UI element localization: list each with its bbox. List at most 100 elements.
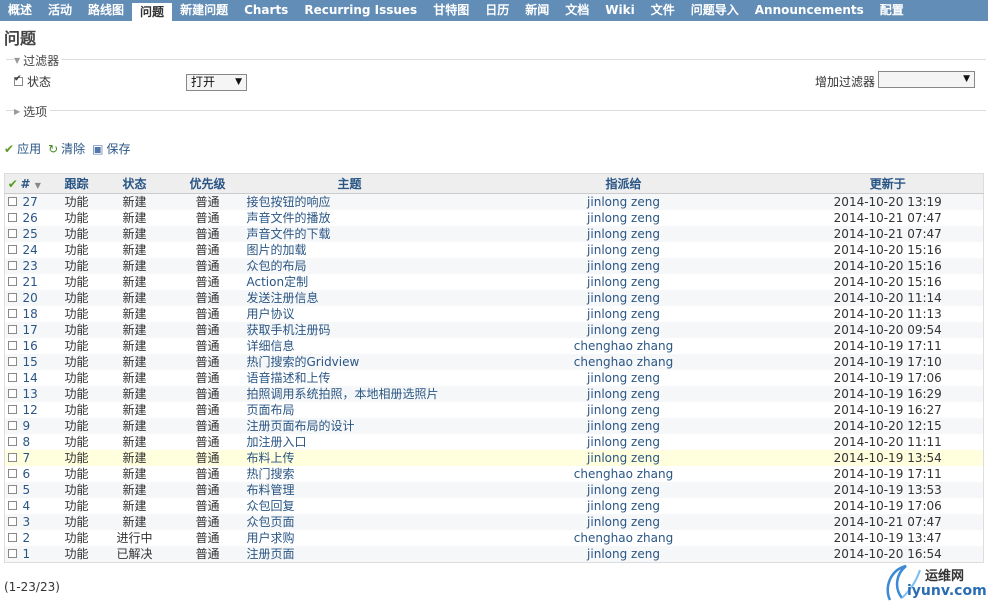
issue-id-link[interactable]: 3 (20, 514, 55, 530)
tab-8[interactable]: 日历 (477, 0, 517, 21)
column-header-subject[interactable]: 主题 (244, 173, 455, 194)
issue-subject-link[interactable]: 拍照调用系统拍照，本地相册选照片 (244, 386, 455, 402)
issue-subject-link[interactable]: 注册页面布局的设计 (244, 418, 455, 434)
row-checkbox[interactable] (8, 517, 18, 526)
issue-assignee-link[interactable]: chenghao zhang (454, 354, 793, 370)
row-checkbox[interactable] (8, 469, 18, 478)
issue-id-link[interactable]: 14 (20, 370, 55, 386)
issue-id-link[interactable]: 9 (20, 418, 55, 434)
row-checkbox[interactable] (8, 501, 18, 510)
issue-id-link[interactable]: 4 (20, 498, 55, 514)
issue-id-link[interactable]: 16 (20, 338, 55, 354)
issue-subject-link[interactable]: 声音文件的下载 (244, 226, 455, 242)
tab-7[interactable]: 甘特图 (425, 0, 477, 21)
table-row[interactable]: 5 功能 新建 普通 布料管理 jinlong zeng 2014-10-19 13:53 (4, 482, 984, 498)
issue-id-link[interactable]: 15 (20, 354, 55, 370)
tab-14[interactable]: Announcements (747, 0, 872, 21)
issue-subject-link[interactable]: 众包页面 (244, 514, 455, 530)
issue-assignee-link[interactable]: jinlong zeng (454, 242, 793, 258)
table-row[interactable]: 20 功能 新建 普通 发送注册信息 jinlong zeng 2014-10-20 11:… (4, 290, 984, 306)
tab-11[interactable]: Wiki (597, 0, 642, 21)
table-row[interactable]: 13 功能 新建 普通 拍照调用系统拍照，本地相册选照片 jinlong zeng 2014… (4, 386, 984, 402)
issue-assignee-link[interactable]: jinlong zeng (454, 434, 793, 450)
tab-3[interactable]: 问题 (132, 3, 173, 21)
issue-id-link[interactable]: 25 (20, 226, 55, 242)
column-header-tracker[interactable]: 跟踪 (54, 173, 99, 194)
row-checkbox[interactable] (8, 405, 18, 414)
issue-subject-link[interactable]: 声音文件的播放 (244, 210, 455, 226)
issue-assignee-link[interactable]: jinlong zeng (454, 514, 793, 530)
column-header-updated[interactable]: 更新于 (792, 173, 984, 194)
table-row[interactable]: 3 功能 新建 普通 众包页面 jinlong zeng 2014-10-21 07:47 (4, 514, 984, 530)
filter-status-operator-select[interactable]: 打开 ▼ (186, 74, 247, 91)
row-checkbox[interactable] (8, 197, 18, 206)
row-checkbox[interactable] (8, 325, 18, 334)
issue-id-link[interactable]: 21 (20, 274, 55, 290)
issue-assignee-link[interactable]: jinlong zeng (454, 498, 793, 514)
issue-id-link[interactable]: 5 (20, 482, 55, 498)
table-row[interactable]: 8 功能 新建 普通 加注册入口 jinlong zeng 2014-10-20 11:11 (4, 434, 984, 450)
table-row[interactable]: 2 功能 进行中 普通 用户求购 chenghao zhang 2014-10-19 13:… (4, 530, 984, 546)
issue-assignee-link[interactable]: jinlong zeng (454, 402, 793, 418)
issue-assignee-link[interactable]: jinlong zeng (454, 370, 793, 386)
issue-subject-link[interactable]: 注册页面 (244, 546, 455, 563)
issue-subject-link[interactable]: 布料上传 (244, 450, 455, 466)
table-row[interactable]: 9 功能 新建 普通 注册页面布局的设计 jinlong zeng 2014-10-20 1… (4, 418, 984, 434)
tab-13[interactable]: 问题导入 (683, 0, 747, 21)
apply-link[interactable]: 应用 (17, 140, 41, 157)
issue-id-link[interactable]: 24 (20, 242, 55, 258)
options-legend[interactable]: ▶ 选项 (14, 103, 51, 120)
select-all-toggle[interactable]: ✔ (4, 173, 21, 194)
issue-assignee-link[interactable]: jinlong zeng (454, 193, 793, 210)
table-row[interactable]: 6 功能 新建 普通 热门搜索 chenghao zhang 2014-10-19 17:1… (4, 466, 984, 482)
issue-id-link[interactable]: 23 (20, 258, 55, 274)
issue-assignee-link[interactable]: jinlong zeng (454, 290, 793, 306)
row-checkbox[interactable] (8, 485, 18, 494)
issue-assignee-link[interactable]: jinlong zeng (454, 418, 793, 434)
row-checkbox[interactable] (8, 549, 18, 558)
issue-id-link[interactable]: 12 (20, 402, 55, 418)
issue-id-link[interactable]: 18 (20, 306, 55, 322)
tab-2[interactable]: 路线图 (80, 0, 132, 21)
issue-assignee-link[interactable]: jinlong zeng (454, 386, 793, 402)
table-row[interactable]: 26 功能 新建 普通 声音文件的播放 jinlong zeng 2014-10-21 07… (4, 210, 984, 226)
issue-subject-link[interactable]: 语音描述和上传 (244, 370, 455, 386)
table-row[interactable]: 23 功能 新建 普通 众包的布局 jinlong zeng 2014-10-20 15:1… (4, 258, 984, 274)
issue-assignee-link[interactable]: jinlong zeng (454, 210, 793, 226)
issue-assignee-link[interactable]: jinlong zeng (454, 306, 793, 322)
issue-assignee-link[interactable]: chenghao zhang (454, 466, 793, 482)
issue-id-link[interactable]: 17 (20, 322, 55, 338)
row-checkbox[interactable] (8, 261, 18, 270)
issue-assignee-link[interactable]: jinlong zeng (454, 450, 793, 466)
tab-10[interactable]: 文档 (557, 0, 597, 21)
issue-assignee-link[interactable]: chenghao zhang (454, 338, 793, 354)
issue-subject-link[interactable]: 热门搜索的Gridview (244, 354, 455, 370)
table-row[interactable]: 24 功能 新建 普通 图片的加载 jinlong zeng 2014-10-20 15:1… (4, 242, 984, 258)
filter-status-checkbox[interactable] (14, 74, 23, 86)
row-checkbox[interactable] (8, 437, 18, 446)
issue-subject-link[interactable]: 众包回复 (244, 498, 455, 514)
column-header-assignee[interactable]: 指派给 (454, 173, 793, 194)
issue-subject-link[interactable]: 用户协议 (244, 306, 455, 322)
tab-1[interactable]: 活动 (40, 0, 80, 21)
issue-id-link[interactable]: 8 (20, 434, 55, 450)
table-row[interactable]: 21 功能 新建 普通 Action定制 jinlong zeng 2014-10-20 1… (4, 274, 984, 290)
tab-5[interactable]: Charts (236, 0, 296, 21)
issue-assignee-link[interactable]: chenghao zhang (454, 530, 793, 546)
tab-0[interactable]: 概述 (0, 0, 40, 21)
table-row[interactable]: 4 功能 新建 普通 众包回复 jinlong zeng 2014-10-19 17:06 (4, 498, 984, 514)
issue-id-link[interactable]: 20 (20, 290, 55, 306)
row-checkbox[interactable] (8, 341, 18, 350)
row-checkbox[interactable] (8, 421, 18, 430)
save-link[interactable]: 保存 (107, 140, 131, 157)
column-header-id[interactable]: # ▼ (20, 173, 55, 194)
table-row[interactable]: 15 功能 新建 普通 热门搜索的Gridview chenghao zhang 2014-… (4, 354, 984, 370)
issue-subject-link[interactable]: 发送注册信息 (244, 290, 455, 306)
table-row[interactable]: 25 功能 新建 普通 声音文件的下载 jinlong zeng 2014-10-21 07… (4, 226, 984, 242)
issue-subject-link[interactable]: 页面布局 (244, 402, 455, 418)
tab-4[interactable]: 新建问题 (172, 0, 236, 21)
issue-id-link[interactable]: 6 (20, 466, 55, 482)
column-header-priority[interactable]: 优先级 (170, 173, 245, 194)
row-checkbox[interactable] (8, 373, 18, 382)
issue-assignee-link[interactable]: jinlong zeng (454, 482, 793, 498)
